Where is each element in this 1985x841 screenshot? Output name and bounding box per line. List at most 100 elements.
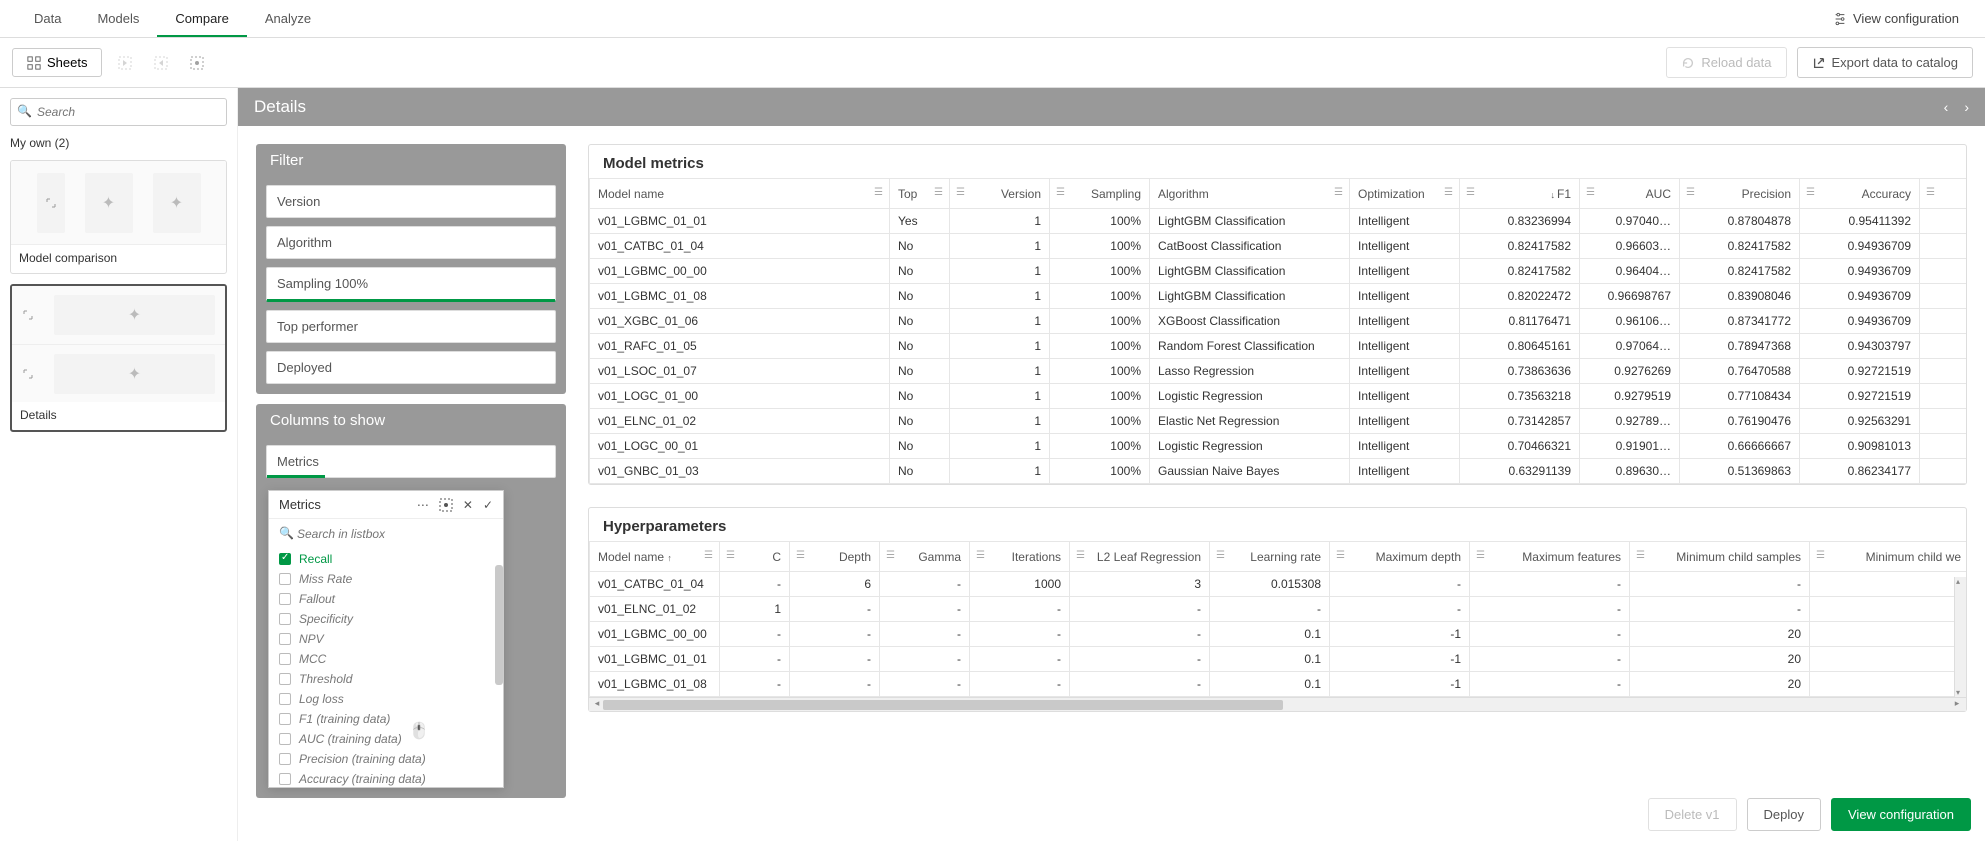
hamburger-icon[interactable]: ☰ (796, 550, 805, 561)
hamburger-icon[interactable]: ☰ (1926, 187, 1935, 198)
col-version[interactable]: ☰Version (950, 179, 1050, 209)
table-row[interactable]: v01_LGBMC_01_01-----0.1-1-20- (590, 647, 1967, 672)
col-l2[interactable]: ☰L2 Leaf Regression (1070, 542, 1210, 572)
scroll-thumb[interactable] (603, 700, 1283, 710)
table-row[interactable]: v01_CATBC_01_04No1100%CatBoost Classific… (590, 234, 1967, 259)
deploy-button[interactable]: Deploy (1747, 798, 1821, 831)
listbox-item[interactable]: Miss Rate (269, 569, 503, 589)
listbox-item[interactable]: Precision (training data) (269, 749, 503, 769)
table-row[interactable]: v01_LGBMC_00_00No1100%LightGBM Classific… (590, 259, 1967, 284)
listbox-item[interactable]: Threshold (269, 669, 503, 689)
hamburger-icon[interactable]: ☰ (1476, 550, 1485, 561)
more-icon[interactable]: ⋯ (417, 498, 429, 512)
hamburger-icon[interactable]: ☰ (1216, 550, 1225, 561)
hamburger-icon[interactable]: ☰ (1466, 187, 1475, 198)
table-row[interactable]: v01_XGBC_01_06No1100%XGBoost Classificat… (590, 309, 1967, 334)
checkbox-icon[interactable] (279, 633, 291, 645)
filter-algorithm[interactable]: Algorithm (266, 226, 556, 259)
col-iter[interactable]: ☰Iterations (970, 542, 1070, 572)
table-row[interactable]: v01_LSOC_01_07No1100%Lasso RegressionInt… (590, 359, 1967, 384)
listbox-item[interactable]: Recall (269, 549, 503, 569)
checkbox-icon[interactable] (279, 613, 291, 625)
hamburger-icon[interactable]: ☰ (1444, 187, 1453, 198)
col-sampling[interactable]: ☰Sampling (1050, 179, 1150, 209)
table-row[interactable]: v01_GNBC_01_03No1100%Gaussian Naive Baye… (590, 459, 1967, 484)
col-algorithm[interactable]: Algorithm☰ (1150, 179, 1350, 209)
col-top[interactable]: Top☰ (890, 179, 950, 209)
search-input[interactable] (10, 98, 227, 126)
col-accuracy[interactable]: ☰Accuracy (1800, 179, 1920, 209)
hamburger-icon[interactable]: ☰ (726, 550, 735, 561)
checkbox-icon[interactable] (279, 573, 291, 585)
col-lr[interactable]: ☰Learning rate (1210, 542, 1330, 572)
table-row[interactable]: v01_LOGC_00_01No1100%Logistic Regression… (590, 434, 1967, 459)
col-recall[interactable]: ☰Recall (1920, 179, 1967, 209)
sheets-button[interactable]: Sheets (12, 48, 102, 77)
hamburger-icon[interactable]: ☰ (1336, 550, 1345, 561)
export-data-button[interactable]: Export data to catalog (1797, 47, 1973, 78)
checkbox-icon[interactable] (279, 553, 291, 565)
select-tool-icon[interactable] (439, 498, 453, 512)
filter-version[interactable]: Version (266, 185, 556, 218)
listbox-item[interactable]: Log loss (269, 689, 503, 709)
next-sheet-icon[interactable]: › (1964, 99, 1969, 115)
hamburger-icon[interactable]: ☰ (934, 187, 943, 198)
col-optimization[interactable]: Optimization☰ (1350, 179, 1460, 209)
listbox-item[interactable]: Specificity (269, 609, 503, 629)
col-minc[interactable]: ☰Minimum child samples (1630, 542, 1810, 572)
filter-top-performer[interactable]: Top performer (266, 310, 556, 343)
checkbox-icon[interactable] (279, 653, 291, 665)
listbox-item[interactable]: Accuracy (training data) (269, 769, 503, 787)
tab-models[interactable]: Models (79, 1, 157, 37)
hamburger-icon[interactable]: ☰ (956, 187, 965, 198)
table-row[interactable]: v01_LGBMC_01_08No1100%LightGBM Classific… (590, 284, 1967, 309)
hamburger-icon[interactable]: ☰ (704, 550, 713, 561)
checkbox-icon[interactable] (279, 753, 291, 765)
tab-compare[interactable]: Compare (157, 1, 246, 37)
hamburger-icon[interactable]: ☰ (1636, 550, 1645, 561)
view-configuration-link[interactable]: View configuration (1823, 5, 1969, 32)
listbox-item[interactable]: NPV (269, 629, 503, 649)
table-row[interactable]: v01_LGBMC_01_01Yes1100%LightGBM Classifi… (590, 209, 1967, 234)
checkbox-icon[interactable] (279, 593, 291, 605)
scroll-right-icon[interactable]: ▸ (1950, 698, 1964, 711)
col-c[interactable]: ☰C (720, 542, 790, 572)
table-row[interactable]: v01_LOGC_01_00No1100%Logistic Regression… (590, 384, 1967, 409)
tab-analyze[interactable]: Analyze (247, 1, 329, 37)
listbox-scrollbar[interactable] (495, 565, 503, 685)
hamburger-icon[interactable]: ☰ (1806, 187, 1815, 198)
hamburger-icon[interactable]: ☰ (1816, 550, 1825, 561)
col-f1[interactable]: ☰↓F1 (1460, 179, 1580, 209)
vertical-scrollbar[interactable]: ▴▾ (1954, 577, 1966, 697)
view-configuration-button[interactable]: View configuration (1831, 798, 1971, 831)
hamburger-icon[interactable]: ☰ (1076, 550, 1085, 561)
col-gamma[interactable]: ☰Gamma (880, 542, 970, 572)
col-maxd[interactable]: ☰Maximum depth (1330, 542, 1470, 572)
table-row[interactable]: v01_LGBMC_01_08-----0.1-1-20- (590, 672, 1967, 697)
filter-sampling[interactable]: Sampling 100% (266, 267, 556, 302)
horizontal-scrollbar[interactable]: ◂ ▸ (589, 697, 1966, 711)
smart-select-icon[interactable] (184, 50, 210, 76)
card-model-comparison[interactable]: ✦ ✦ Model comparison (10, 160, 227, 274)
table-row[interactable]: v01_RAFC_01_05No1100%Random Forest Class… (590, 334, 1967, 359)
close-icon[interactable]: ✕ (463, 498, 473, 512)
col-depth[interactable]: ☰Depth (790, 542, 880, 572)
listbox-item[interactable]: AUC (training data) (269, 729, 503, 749)
hamburger-icon[interactable]: ☰ (886, 550, 895, 561)
filter-deployed[interactable]: Deployed (266, 351, 556, 384)
col-auc[interactable]: ☰AUC (1580, 179, 1680, 209)
listbox-item[interactable]: F1 (training data) (269, 709, 503, 729)
hamburger-icon[interactable]: ☰ (1334, 187, 1343, 198)
checkbox-icon[interactable] (279, 673, 291, 685)
table-row[interactable]: v01_ELNC_01_02No1100%Elastic Net Regress… (590, 409, 1967, 434)
checkbox-icon[interactable] (279, 733, 291, 745)
listbox-item[interactable]: Fallout (269, 589, 503, 609)
checkbox-icon[interactable] (279, 693, 291, 705)
caret-up-icon[interactable]: ▴ (1956, 577, 1960, 586)
tab-data[interactable]: Data (16, 1, 79, 37)
checkbox-icon[interactable] (279, 713, 291, 725)
checkbox-icon[interactable] (279, 773, 291, 785)
prev-sheet-icon[interactable]: ‹ (1944, 99, 1949, 115)
scroll-left-icon[interactable]: ◂ (591, 698, 603, 711)
table-row[interactable]: v01_ELNC_01_021--------- (590, 597, 1967, 622)
